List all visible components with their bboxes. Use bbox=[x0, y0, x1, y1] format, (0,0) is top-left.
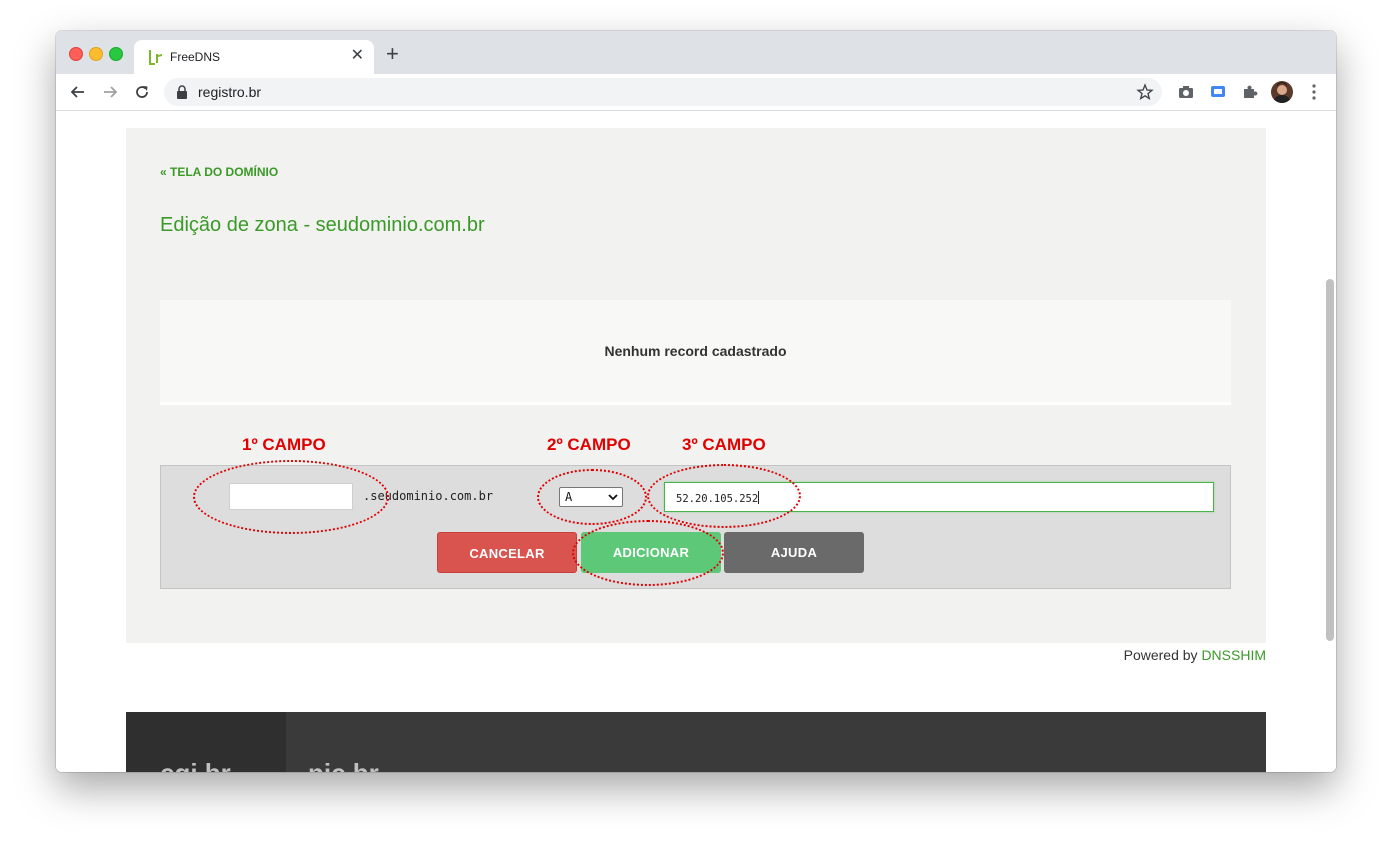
annotation-circle-field-2 bbox=[537, 469, 647, 525]
zoom-window-button[interactable] bbox=[109, 47, 123, 61]
page-viewport: « TELA DO DOMÍNIO Edição de zona - seudo… bbox=[56, 111, 1336, 772]
records-list: Nenhum record cadastrado bbox=[160, 300, 1231, 405]
cgi-br-logo[interactable]: cgi.br bbox=[160, 758, 231, 772]
back-arrow-icon[interactable] bbox=[68, 82, 88, 102]
camera-icon[interactable] bbox=[1177, 83, 1195, 101]
extensions-puzzle-icon[interactable] bbox=[1241, 83, 1259, 101]
add-record-form: .seudominio.com.br A 52.20.105.252 CANCE… bbox=[160, 460, 1231, 589]
site-footer: cgi.br nic.br bbox=[126, 712, 1266, 772]
address-bar[interactable]: registro.br bbox=[164, 78, 1162, 106]
annotation-field-1: 1º CAMPO bbox=[242, 435, 326, 454]
annotation-field-2: 2º CAMPO bbox=[547, 435, 631, 454]
menu-kebab-icon[interactable] bbox=[1311, 83, 1317, 101]
annotation-field-3: 3º CAMPO bbox=[682, 435, 766, 454]
cancel-button[interactable]: CANCELAR bbox=[437, 532, 577, 573]
annotation-circle-field-3 bbox=[647, 464, 801, 528]
records-empty-message: Nenhum record cadastrado bbox=[604, 343, 787, 359]
page-title: Edição de zona - seudominio.com.br bbox=[160, 214, 485, 236]
registro-br-favicon-icon bbox=[149, 50, 162, 65]
close-tab-icon[interactable]: ✕ bbox=[351, 47, 364, 65]
browser-window: FreeDNS ✕ + registro.br « TELA DO DOMÍNI… bbox=[56, 31, 1336, 772]
powered-by-prefix: Powered by bbox=[1123, 647, 1202, 663]
vertical-scrollbar[interactable] bbox=[1326, 279, 1334, 641]
profile-avatar-icon bbox=[1273, 82, 1291, 103]
forward-arrow-icon[interactable] bbox=[100, 82, 120, 102]
tab-title: FreeDNS bbox=[170, 50, 221, 64]
url-text: registro.br bbox=[198, 84, 262, 100]
help-button[interactable]: AJUDA bbox=[724, 532, 864, 573]
bookmark-star-icon[interactable] bbox=[1136, 83, 1154, 101]
reload-icon[interactable] bbox=[132, 82, 152, 102]
minimize-window-button[interactable] bbox=[89, 47, 103, 61]
dnsshim-link[interactable]: DNSSHIM bbox=[1201, 647, 1266, 663]
annotation-circle-field-1 bbox=[193, 460, 389, 534]
translate-extension-icon[interactable] bbox=[1209, 83, 1227, 101]
back-to-domain-link[interactable]: « TELA DO DOMÍNIO bbox=[160, 165, 278, 179]
nic-br-logo[interactable]: nic.br bbox=[308, 758, 379, 772]
lock-icon bbox=[177, 85, 187, 99]
tab-strip: FreeDNS ✕ + bbox=[56, 31, 1336, 74]
annotation-circle-add bbox=[572, 520, 724, 586]
browser-toolbar: registro.br bbox=[56, 74, 1336, 111]
powered-by: Powered by DNSSHIM bbox=[1124, 647, 1266, 663]
zone-edit-panel: « TELA DO DOMÍNIO Edição de zona - seudo… bbox=[126, 128, 1266, 643]
browser-tab[interactable]: FreeDNS ✕ bbox=[134, 40, 374, 74]
new-tab-button[interactable]: + bbox=[386, 43, 399, 65]
close-window-button[interactable] bbox=[69, 47, 83, 61]
profile-avatar[interactable] bbox=[1271, 81, 1293, 103]
